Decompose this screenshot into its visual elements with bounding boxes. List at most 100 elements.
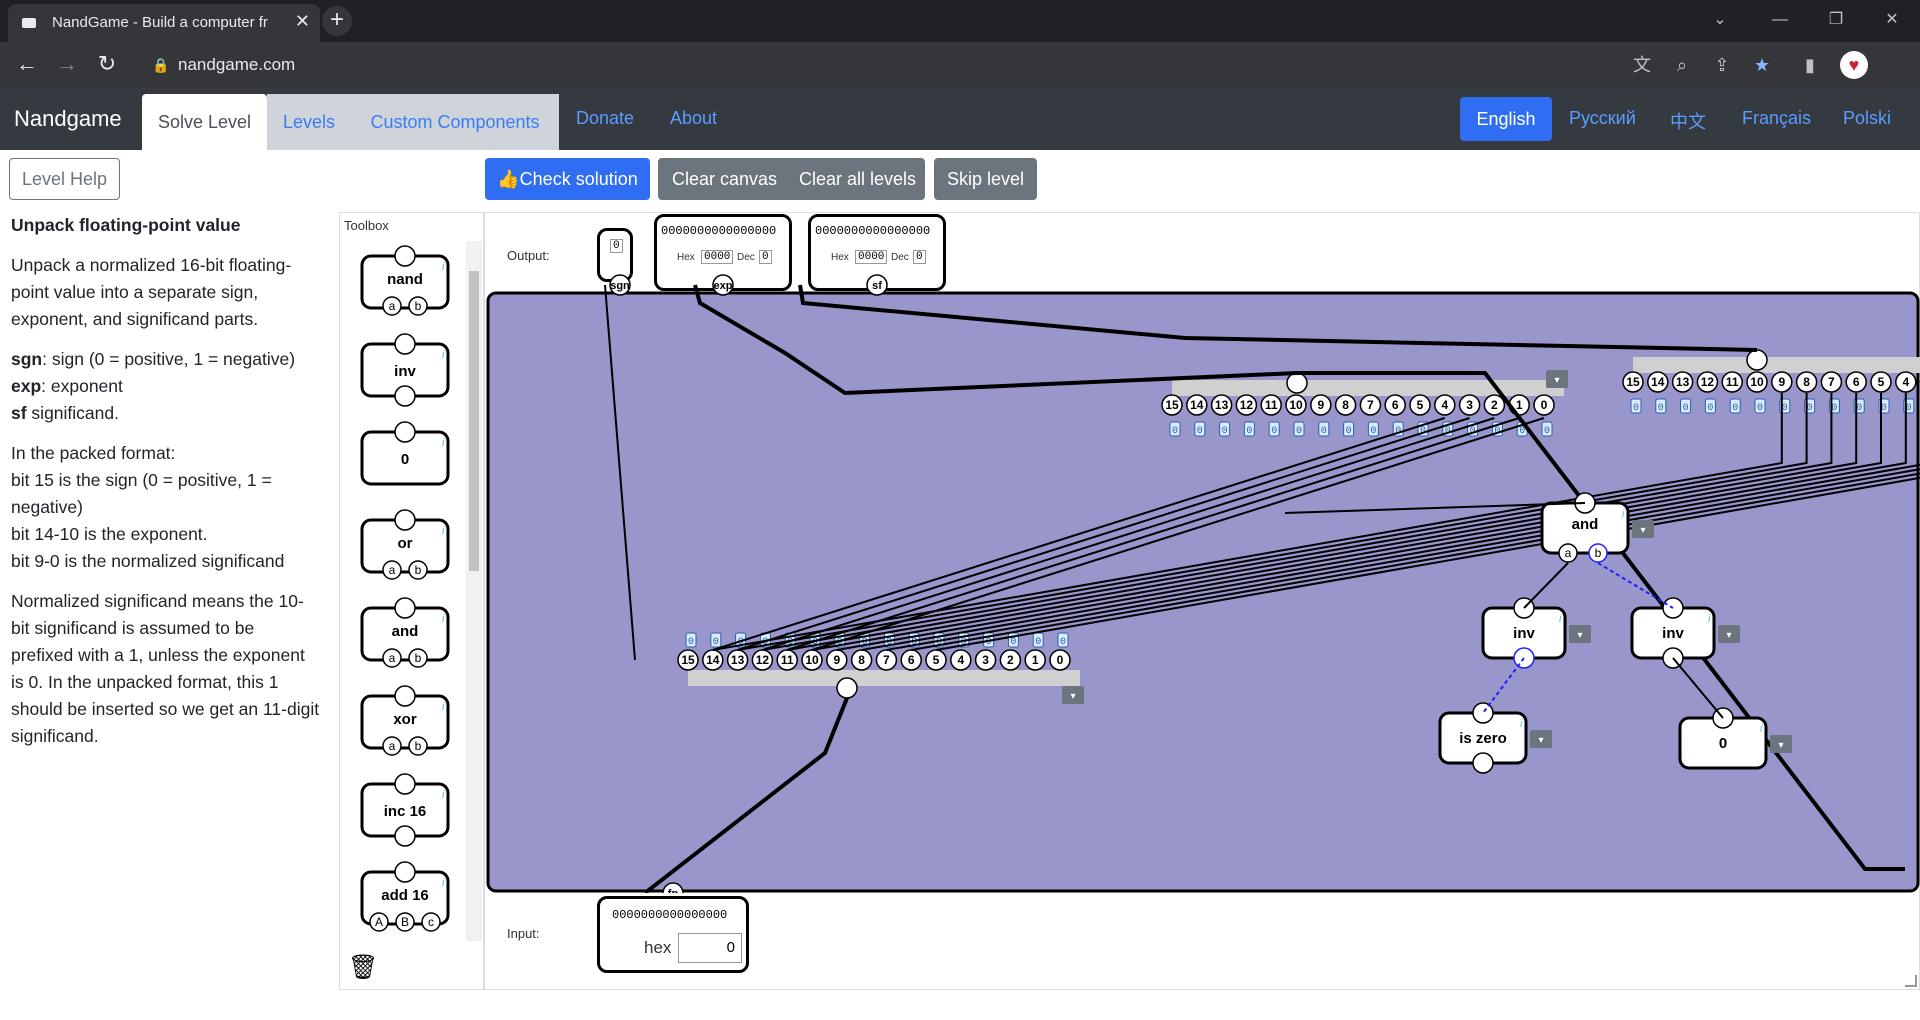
brand-logo[interactable]: Nandgame (14, 106, 122, 132)
reload-icon[interactable]: ↻ (94, 52, 120, 78)
restore-icon[interactable]: ❐ (1808, 0, 1864, 42)
value-text: 0 (1222, 426, 1228, 437)
translate-icon[interactable]: 文 (1630, 54, 1654, 78)
input-label: Input: (507, 926, 540, 941)
output-pin (394, 861, 416, 883)
value-text: 0 (1346, 426, 1352, 437)
check-solution-button[interactable]: 👍Check solution (485, 158, 650, 200)
browser-toolbar: ← → ↻ 🔒 nandgame.com 文 ⌕ ⇪ ★ ▮ ♥ (0, 42, 1920, 88)
exp-pin-label: exp (714, 280, 733, 292)
output-pin (394, 773, 416, 795)
value-text: 0 (986, 637, 992, 648)
lang-polish-link[interactable]: Polski (1843, 108, 1891, 129)
bit-label: 6 (1853, 375, 1860, 389)
toolbox-item-xor[interactable]: xoria b (360, 685, 450, 756)
level-intro: Unpack a normalized 16-bit floating-poin… (11, 255, 292, 329)
lang-french-link[interactable]: Français (1742, 108, 1811, 129)
side-panel-icon[interactable]: ▮ (1798, 54, 1822, 78)
tab-levels[interactable]: Levels (267, 94, 351, 150)
level-packed-format: In the packed format: bit 15 is the sign… (11, 443, 285, 571)
clear-canvas-button[interactable]: Clear canvas (672, 158, 777, 200)
chevron-down-icon: ▾ (1554, 375, 1559, 386)
fp-hex-input[interactable]: 0 (678, 933, 742, 963)
toolbox-item-0[interactable]: 0i (360, 421, 450, 486)
back-icon[interactable]: ← (14, 52, 40, 78)
toolbox-item-or[interactable]: oria b (360, 509, 450, 580)
output-pin (394, 421, 416, 443)
tab-solve-level[interactable]: Solve Level (142, 94, 267, 150)
bit-label: 13 (1215, 398, 1229, 412)
tab-search-icon[interactable]: ⌄ (1692, 0, 1748, 42)
canvas-resize-handle[interactable] (1905, 975, 1917, 987)
toolbox-item-inv[interactable]: invi (360, 333, 450, 407)
close-tab-icon[interactable]: ✕ (295, 11, 310, 32)
bit-label: 4 (1441, 398, 1448, 412)
component-label: inv (394, 363, 416, 380)
clear-all-levels-button[interactable]: Clear all levels (799, 158, 916, 200)
share-icon[interactable]: ⇪ (1710, 54, 1734, 78)
bit-label: 7 (1828, 375, 1835, 389)
circuit-wiring[interactable]: ▾15 14 13 12 11 10 9 8 7 6 5 4 3 2 1 0▾15 14 13 12 11 10 9 8 7 6… (485, 213, 1920, 893)
pin-label: A (375, 915, 383, 929)
splitter-input-pin (836, 677, 858, 699)
lang-english-button[interactable]: English (1460, 97, 1552, 141)
close-window-icon[interactable]: ✕ (1864, 0, 1920, 42)
pin-label: B (401, 915, 409, 929)
value-text: 0 (1519, 426, 1525, 437)
toolbox-item-add-16[interactable]: add 16iA Bc (360, 861, 450, 932)
circuit-canvas[interactable]: Output: Input: 0 0000000000000000 Hex 00… (484, 212, 1920, 990)
lang-chinese-link[interactable]: 中文 (1670, 108, 1706, 134)
value-text: 0 (1271, 426, 1277, 437)
skip-level-button[interactable]: Skip level (934, 158, 1037, 200)
app-navbar: Nandgame Solve Level Levels Custom Compo… (0, 88, 1920, 150)
forward-icon[interactable]: → (54, 52, 80, 78)
profile-avatar[interactable]: ♥ (1840, 51, 1868, 79)
zoom-icon[interactable]: ⌕ (1670, 54, 1694, 78)
bit-label: 5 (1878, 375, 1885, 389)
bit-label: 9 (1778, 375, 1785, 389)
input-fp-box[interactable]: 0000000000000000 hex 0 (597, 896, 749, 973)
address-bar[interactable]: 🔒 nandgame.com (140, 49, 1640, 81)
bookmark-star-icon[interactable]: ★ (1750, 54, 1774, 78)
minimize-icon[interactable]: — (1752, 0, 1808, 42)
bundler-output-pin (1746, 349, 1768, 371)
bit-label: 11 (1726, 375, 1739, 389)
lang-russian-link[interactable]: Русский (1569, 108, 1636, 129)
fp-pin-label: fp (668, 888, 679, 893)
bit-label: 7 (883, 653, 890, 667)
toolbox-components: nandia binvi0ioria bandia bxoria binc 16iadd… (360, 245, 450, 932)
tab-custom-components[interactable]: Custom Components (351, 94, 559, 150)
value-text: 0 (1757, 403, 1763, 414)
output-pin (394, 597, 416, 619)
about-link[interactable]: About (670, 108, 717, 129)
bit-label: 15 (681, 653, 695, 667)
gate-label: inv (1513, 625, 1535, 642)
component-label: or (398, 535, 413, 552)
donate-link[interactable]: Donate (576, 108, 634, 129)
bit-label: 4 (957, 653, 964, 667)
toolbox-item-inc-16[interactable]: inc 16i (360, 773, 450, 847)
browser-tab[interactable]: NandGame - Build a computer fr ✕ (8, 4, 320, 42)
toolbox-item-and[interactable]: andia b (360, 597, 450, 668)
scroll-thumb[interactable] (469, 271, 479, 571)
toolbox-item-nand[interactable]: nandia b (360, 245, 450, 316)
bit-label: 9 (1317, 398, 1324, 412)
bit-label: 12 (756, 653, 770, 667)
sgn-pin-label: sgn (610, 280, 630, 292)
pin-label: a (389, 563, 396, 577)
favicon-icon (22, 18, 36, 28)
output-pin (394, 245, 416, 267)
value-text: 0 (1060, 637, 1066, 648)
new-tab-button[interactable]: + (322, 6, 352, 36)
gate-label: and (1572, 516, 1599, 533)
trash-icon[interactable]: 🗑 (348, 953, 378, 982)
component-label: and (392, 623, 419, 640)
gate-label: is zero (1459, 730, 1507, 747)
toolbox-scrollbar[interactable] (466, 241, 482, 941)
level-description: Unpack floating-point value Unpack a nor… (11, 212, 321, 763)
value-text: 0 (1321, 426, 1327, 437)
pin-label: a (1565, 546, 1572, 560)
level-help-button[interactable]: Level Help (9, 158, 120, 200)
value-text: 0 (1172, 426, 1178, 437)
value-text: 0 (1544, 426, 1550, 437)
